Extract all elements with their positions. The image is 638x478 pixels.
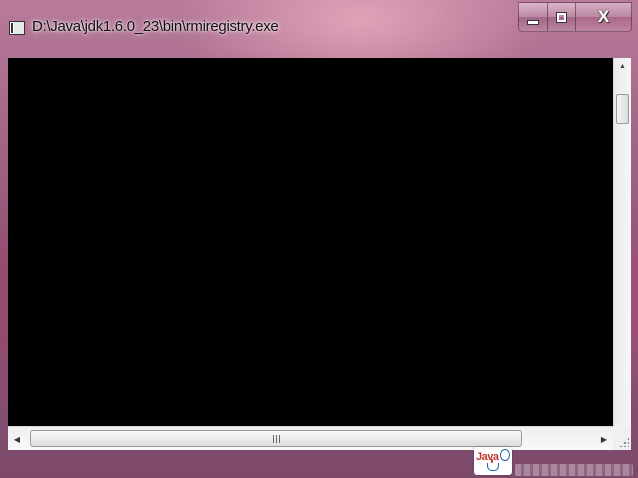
logo-ring-icon	[500, 449, 510, 461]
scroll-up-arrow-icon[interactable]: ▲	[614, 58, 631, 75]
javacell-logo: Java	[474, 447, 512, 475]
logo-text: Java	[476, 451, 499, 463]
scroll-right-arrow-icon[interactable]: ▶	[595, 430, 613, 448]
close-button[interactable]: X	[576, 2, 632, 32]
scrollbar-corner	[613, 426, 631, 450]
minimize-button[interactable]	[518, 2, 548, 32]
console-output-area[interactable]	[8, 58, 613, 426]
console-window: D:\Java\jdk1.6.0_23\bin\rmiregistry.exe …	[0, 0, 638, 478]
grip-icon	[272, 434, 280, 443]
watermark	[515, 464, 633, 476]
coffee-cup-icon	[487, 463, 499, 471]
title-bar[interactable]: D:\Java\jdk1.6.0_23\bin\rmiregistry.exe …	[0, 0, 638, 58]
maximize-icon	[556, 11, 567, 23]
minimize-icon	[527, 19, 539, 25]
resize-grip-icon[interactable]	[619, 437, 629, 447]
horizontal-scroll-thumb[interactable]	[30, 430, 522, 447]
close-icon: X	[597, 7, 610, 26]
vertical-scroll-thumb[interactable]	[616, 94, 629, 124]
window-title: D:\Java\jdk1.6.0_23\bin\rmiregistry.exe	[32, 18, 279, 35]
console-app-icon[interactable]	[9, 21, 25, 35]
maximize-button[interactable]	[548, 2, 576, 32]
window-controls: X	[518, 2, 632, 34]
scroll-left-arrow-icon[interactable]: ◀	[8, 430, 26, 448]
horizontal-scrollbar[interactable]: ◀ ▶	[8, 426, 613, 450]
vertical-scrollbar[interactable]: ▲	[613, 58, 631, 426]
